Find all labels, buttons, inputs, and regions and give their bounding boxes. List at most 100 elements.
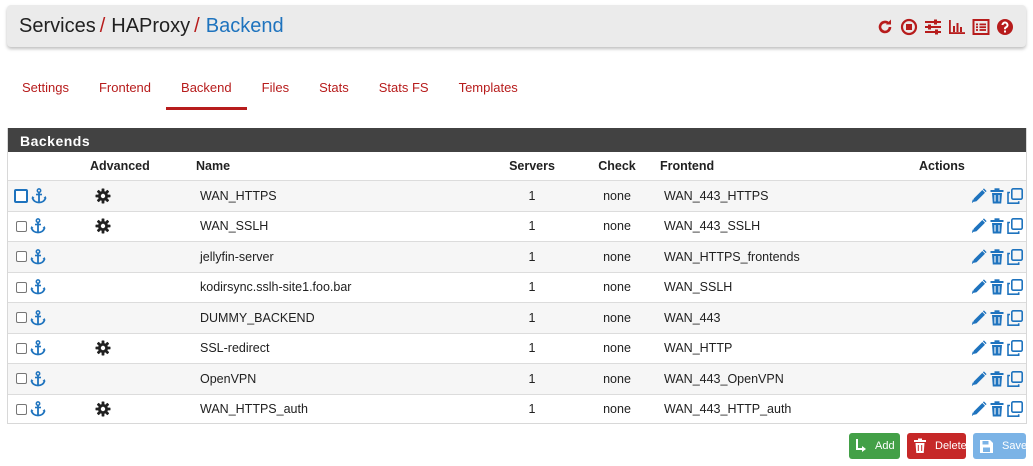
save-button[interactable]: Save [973, 433, 1027, 459]
row-checkbox[interactable] [14, 188, 28, 203]
sliders-icon[interactable] [924, 18, 942, 36]
tab-settings[interactable]: Settings [7, 78, 84, 110]
row-checkbox[interactable] [16, 342, 27, 354]
check-type: none [574, 210, 660, 242]
table-row[interactable]: OpenVPN 1 none WAN_443_OpenVPN [8, 363, 1026, 394]
breadcrumb-current[interactable]: Backend [206, 15, 284, 37]
trash-icon[interactable] [989, 249, 1005, 265]
column-header-check: Check [598, 159, 636, 173]
anchor-icon[interactable] [30, 309, 46, 326]
row-checkbox[interactable] [16, 251, 27, 263]
copy-icon[interactable] [1007, 340, 1023, 357]
edit-icon[interactable] [971, 279, 987, 295]
copy-icon[interactable] [1007, 370, 1023, 387]
table-row[interactable]: WAN_SSLH 1 none WAN_443_SSLH [8, 210, 1026, 242]
anchor-icon[interactable] [30, 340, 46, 356]
tab-stats[interactable]: Stats [304, 78, 364, 110]
breadcrumb-separator: / [99, 15, 106, 37]
table-row[interactable]: WAN_HTTPS_auth 1 none WAN_443_HTTP_auth [8, 393, 1026, 424]
trash-icon[interactable] [989, 310, 1005, 326]
gear-icon [95, 401, 111, 417]
table-row[interactable]: kodirsync.sslh-site1.foo.bar 1 none WAN_SSL… [8, 271, 1026, 303]
edit-icon[interactable] [971, 340, 987, 356]
frontend-name: WAN_443 [660, 302, 917, 333]
tab-frontend[interactable]: Frontend [84, 78, 166, 110]
breadcrumb-haproxy[interactable]: HAProxy [111, 15, 190, 37]
frontend-name: WAN_HTTPS_frontends [660, 241, 917, 272]
anchor-icon[interactable] [30, 248, 46, 265]
actions-cell [917, 180, 1026, 211]
table-row[interactable]: WAN_HTTPS 1 none WAN_443_HTTPS [8, 180, 1026, 211]
stop-icon[interactable] [900, 18, 918, 36]
page-header: Services / HAProxy / Backend [7, 5, 1026, 47]
breadcrumb-separator: / [194, 15, 200, 37]
actions-cell [917, 271, 1026, 303]
actions-cell [917, 241, 1026, 272]
tab-backend[interactable]: Backend [166, 78, 247, 110]
breadcrumb-services[interactable]: Services [19, 15, 96, 37]
edit-icon[interactable] [971, 188, 987, 204]
row-checkbox[interactable] [16, 373, 27, 385]
backends-panel: Backends Advanced Name Servers Check Fro… [7, 128, 1027, 424]
edit-icon[interactable] [971, 249, 987, 265]
advanced-cell [78, 180, 196, 211]
backends-table: Advanced Name Servers Check Frontend Act… [8, 152, 1026, 424]
select-column-header [8, 152, 78, 181]
delete-label: Delete [935, 440, 967, 452]
reload-icon[interactable] [876, 18, 894, 36]
check-type: none [574, 271, 660, 303]
servers-count: 1 [490, 210, 574, 242]
tab-templates[interactable]: Templates [444, 78, 533, 110]
row-checkbox[interactable] [16, 220, 27, 232]
copy-icon[interactable] [1007, 248, 1023, 265]
trash-icon[interactable] [989, 371, 1005, 387]
servers-count: 1 [490, 180, 574, 211]
tab-files[interactable]: Files [247, 78, 304, 110]
servers-count: 1 [490, 332, 574, 364]
advanced-cell [78, 393, 196, 424]
trash-icon[interactable] [989, 218, 1005, 234]
trash-icon[interactable] [989, 279, 1005, 295]
row-checkbox[interactable] [16, 403, 27, 415]
copy-icon[interactable] [1007, 187, 1023, 204]
table-row[interactable]: DUMMY_BACKEND 1 none WAN_443 [8, 302, 1026, 333]
edit-icon[interactable] [971, 401, 987, 417]
edit-icon[interactable] [971, 310, 987, 326]
actions-cell [917, 210, 1026, 242]
edit-icon[interactable] [971, 371, 987, 387]
servers-count: 1 [490, 302, 574, 333]
backend-name: WAN_SSLH [196, 210, 490, 242]
table-row[interactable]: jellyfin-server 1 none WAN_HTTPS_frontends [8, 241, 1026, 272]
trash-icon[interactable] [989, 401, 1005, 417]
check-type: none [574, 180, 660, 211]
copy-icon[interactable] [1007, 309, 1023, 326]
row-checkbox[interactable] [16, 281, 27, 293]
table-row[interactable]: SSL-redirect 1 none WAN_HTTP [8, 332, 1026, 364]
bar-chart-icon[interactable] [948, 18, 966, 36]
anchor-icon[interactable] [30, 370, 46, 387]
delete-button[interactable]: Delete [907, 433, 967, 459]
anchor-icon[interactable] [30, 218, 46, 234]
advanced-cell [78, 241, 196, 272]
anchor-icon[interactable] [30, 401, 46, 417]
anchor-icon[interactable] [30, 279, 46, 295]
trash-icon[interactable] [989, 188, 1005, 204]
anchor-icon[interactable] [31, 187, 47, 204]
trash-icon[interactable] [989, 340, 1005, 356]
check-type: none [574, 363, 660, 394]
copy-icon[interactable] [1007, 401, 1023, 418]
help-icon[interactable] [996, 18, 1014, 36]
servers-count: 1 [490, 241, 574, 272]
add-button[interactable]: Add [849, 433, 900, 459]
advanced-cell [78, 271, 196, 303]
select-cell [8, 241, 78, 272]
copy-icon[interactable] [1007, 218, 1023, 235]
tab-stats-fs[interactable]: Stats FS [364, 78, 444, 110]
row-checkbox[interactable] [16, 312, 27, 324]
copy-icon[interactable] [1007, 279, 1023, 296]
action-buttons: Add Delete Save [849, 433, 1027, 459]
select-cell [8, 302, 78, 333]
edit-icon[interactable] [971, 218, 987, 234]
select-cell [8, 180, 78, 211]
list-icon[interactable] [972, 18, 990, 36]
